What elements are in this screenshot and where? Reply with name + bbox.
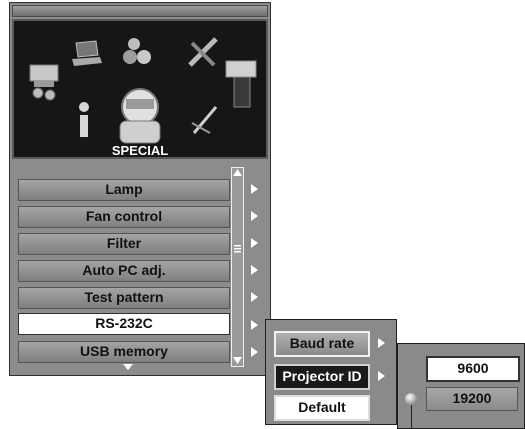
- scroll-down-icon[interactable]: [232, 356, 243, 366]
- chevron-right-icon: [251, 238, 258, 248]
- chevron-right-icon: [251, 265, 258, 275]
- menu-window: SPECIAL Lamp Fan control Filter Auto PC …: [9, 2, 271, 376]
- menu-item-auto-pc-adj[interactable]: Auto PC adj.: [18, 260, 230, 282]
- scroll-thumb-icon[interactable]: [232, 243, 243, 255]
- menu-item-test-pattern[interactable]: Test pattern: [18, 287, 230, 309]
- submenu-item-default[interactable]: Default: [274, 395, 370, 421]
- scroll-down-arrow-icon[interactable]: [122, 363, 134, 371]
- menu-item-filter[interactable]: Filter: [18, 233, 230, 255]
- scroll-up-icon[interactable]: [232, 168, 243, 178]
- baud-rate-options: 9600 19200: [397, 343, 525, 429]
- pointer-line: [411, 405, 412, 429]
- source-icon[interactable]: [28, 59, 68, 105]
- menu-item-usb-memory[interactable]: USB memory: [18, 341, 230, 363]
- baud-option-9600[interactable]: 9600: [426, 356, 520, 382]
- chevron-right-icon: [251, 347, 258, 357]
- chevron-right-icon: [378, 338, 385, 348]
- laptop-icon[interactable]: [70, 39, 104, 69]
- chevron-right-icon: [378, 371, 385, 381]
- submenu-item-projector-id[interactable]: Projector ID: [274, 364, 370, 390]
- baud-option-19200[interactable]: 19200: [426, 387, 518, 411]
- chevron-right-icon: [251, 184, 258, 194]
- category-label: SPECIAL: [111, 143, 169, 158]
- screen-icon[interactable]: [224, 59, 260, 111]
- scrollbar[interactable]: [231, 167, 244, 367]
- rs232c-submenu: Baud rate Projector ID Default: [265, 319, 397, 425]
- chevron-right-icon: [251, 211, 258, 221]
- chevron-right-icon: [251, 292, 258, 302]
- category-icon-panel: SPECIAL: [12, 19, 268, 159]
- info-icon[interactable]: [74, 101, 94, 141]
- balls-icon[interactable]: [122, 35, 156, 69]
- submenu-item-baud-rate[interactable]: Baud rate: [274, 331, 370, 357]
- pointer-icon: [405, 393, 417, 405]
- menu-item-lamp[interactable]: Lamp: [18, 179, 230, 201]
- title-bar: [12, 5, 268, 17]
- tools-icon[interactable]: [186, 35, 222, 71]
- special-person-icon[interactable]: [112, 85, 168, 145]
- menu-list: Lamp Fan control Filter Auto PC adj. Tes…: [12, 161, 268, 373]
- chevron-right-icon: [251, 320, 258, 330]
- wrench-icon[interactable]: [190, 103, 220, 137]
- menu-item-rs-232c[interactable]: RS-232C: [18, 313, 230, 335]
- menu-item-fan-control[interactable]: Fan control: [18, 206, 230, 228]
